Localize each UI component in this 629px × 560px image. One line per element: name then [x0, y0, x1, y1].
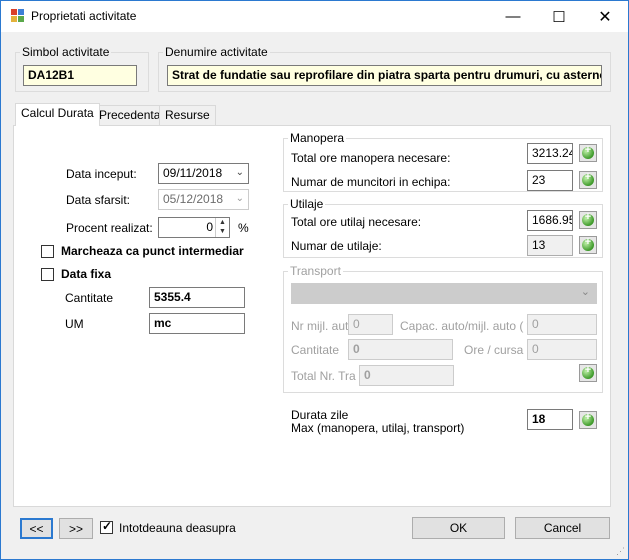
always-on-top-checkbox[interactable]	[100, 519, 113, 534]
cantitate-field[interactable]: 5355.4	[149, 287, 245, 308]
durata-field[interactable]: 18	[527, 409, 573, 430]
utilaje-total-label: Total ore utilaj necesare:	[291, 215, 422, 229]
data-inceput-label: Data inceput:	[66, 167, 137, 181]
denumire-field[interactable]: Strat de fundatie sau reprofilare din pi…	[167, 65, 602, 86]
close-button[interactable]: ✕	[582, 1, 628, 32]
maximize-button[interactable]: ☐	[536, 1, 582, 32]
always-on-top-label: Intotdeauna deasupra	[119, 521, 236, 535]
punct-intermediar-label: Marcheaza ca punct intermediar	[61, 244, 244, 258]
durata-sublabel: Max (manopera, utilaj, transport)	[291, 421, 465, 435]
utilaje-numar-label: Numar de utilaje:	[291, 239, 382, 253]
data-fixa-checkbox[interactable]	[41, 268, 54, 281]
app-icon	[11, 9, 25, 23]
punct-intermediar-checkbox[interactable]	[41, 245, 54, 258]
data-sfarsit-label: Data sfarsit:	[66, 193, 131, 207]
add-icon[interactable]	[579, 144, 597, 162]
cancel-button[interactable]: Cancel	[515, 517, 610, 539]
next-button[interactable]: >>	[59, 518, 93, 539]
data-inceput-picker[interactable]: 09/11/2018 ⌄	[158, 163, 249, 184]
add-icon[interactable]	[579, 236, 597, 254]
tab-calcul-durata[interactable]: Calcul Durata	[15, 103, 100, 126]
procent-label: Procent realizat:	[66, 221, 153, 235]
total-nr-tra-label: Total Nr. Tra	[291, 369, 356, 383]
manopera-numar-field[interactable]: 23	[527, 170, 573, 191]
um-field[interactable]: mc	[149, 313, 245, 334]
transport-cantitate-label: Cantitate	[291, 343, 340, 357]
procent-value: 0	[206, 220, 213, 234]
add-icon[interactable]	[579, 364, 597, 382]
utilaje-legend: Utilaje	[290, 197, 324, 211]
simbol-legend: Simbol activitate	[22, 45, 110, 59]
tab-precedenta[interactable]: Precedenta	[93, 105, 167, 125]
chevron-down-icon[interactable]: ⌄	[236, 192, 244, 205]
transport-dropdown[interactable]: ⌄	[291, 283, 597, 304]
title-bar[interactable]: Proprietati activitate — ☐ ✕	[1, 1, 628, 32]
data-inceput-value: 09/11/2018	[163, 166, 223, 180]
total-nr-tra-field: 0	[359, 365, 454, 386]
add-icon[interactable]	[579, 211, 597, 229]
resize-grip-icon[interactable]: ⋰	[616, 546, 625, 557]
manopera-legend: Manopera	[290, 131, 345, 145]
manopera-total-label: Total ore manopera necesare:	[291, 151, 451, 165]
procent-unit: %	[238, 221, 249, 235]
cantitate-label: Cantitate	[65, 291, 114, 305]
add-icon[interactable]	[579, 171, 597, 189]
transport-cantitate-field: 0	[348, 339, 453, 360]
utilaje-numar-field: 13	[527, 235, 573, 256]
minimize-button[interactable]: —	[490, 1, 536, 32]
manopera-total-field[interactable]: 3213.24	[527, 143, 573, 164]
nr-mijl-field: 0	[348, 314, 393, 335]
ore-cursa-label: Ore / cursa	[464, 343, 524, 357]
utilaje-total-field[interactable]: 1686.95	[527, 210, 573, 231]
tab-resurse[interactable]: Resurse	[159, 105, 216, 125]
data-sfarsit-value: 05/12/2018	[163, 192, 224, 206]
chevron-down-icon[interactable]: ⌄	[236, 166, 244, 179]
chevron-down-icon[interactable]: ⌄	[581, 285, 590, 298]
capac-label: Capac. auto/mijl. auto ( t )	[400, 319, 538, 333]
prev-button[interactable]: <<	[20, 518, 53, 539]
data-fixa-label: Data fixa	[61, 267, 112, 281]
simbol-field[interactable]: DA12B1	[23, 65, 137, 86]
transport-legend: Transport	[290, 264, 341, 278]
um-label: UM	[65, 317, 84, 331]
manopera-numar-label: Numar de muncitori in echipa:	[291, 175, 451, 189]
capac-field: 0	[527, 314, 597, 335]
nr-mijl-label: Nr mijl. auto	[291, 319, 356, 333]
spinner-arrows-icon[interactable]: ▲ ▼	[215, 218, 229, 237]
denumire-legend: Denumire activitate	[165, 45, 268, 59]
dialog-window: Proprietati activitate — ☐ ✕ Simbol acti…	[0, 0, 629, 560]
window-title: Proprietati activitate	[31, 9, 137, 23]
add-icon[interactable]	[579, 411, 597, 429]
ore-cursa-field: 0	[527, 339, 597, 360]
durata-label: Durata zile	[291, 408, 349, 422]
data-sfarsit-picker[interactable]: 05/12/2018 ⌄	[158, 189, 249, 210]
ok-button[interactable]: OK	[412, 517, 505, 539]
